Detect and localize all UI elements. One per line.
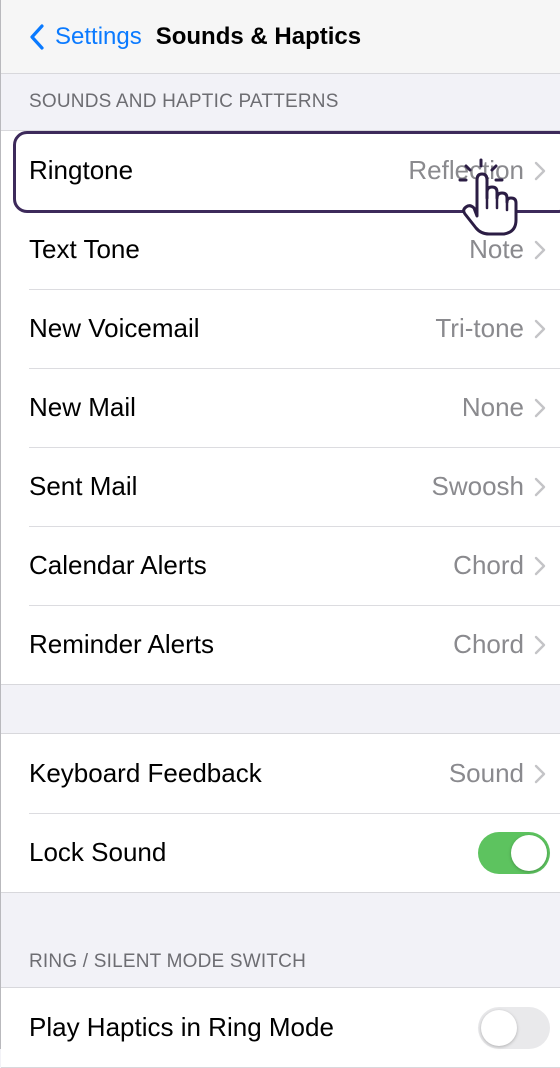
lock-sound-toggle[interactable] [478,831,550,874]
row-value: Tri-tone [435,313,524,343]
row-text-tone[interactable]: Text Tone Note [1,210,560,289]
row-sent-mail[interactable]: Sent Mail Swoosh [1,447,560,526]
row-value: Swoosh [431,471,525,501]
row-value: Reflection [408,155,524,185]
haptics-ring-mode-toggle[interactable] [478,1006,550,1049]
row-label: Play Haptics in Ring Mode [29,1012,334,1042]
row-label: Text Tone [29,234,140,264]
chevron-right-icon [534,635,546,654]
row-calendar-alerts[interactable]: Calendar Alerts Chord [1,526,560,605]
page-title: Sounds & Haptics [155,22,362,50]
chevron-right-icon [534,319,546,338]
toggle-knob [511,834,547,871]
row-keyboard-feedback[interactable]: Keyboard Feedback Sound [1,734,560,813]
patterns-list: Ringtone Reflection Text Tone Note New V… [1,130,560,685]
chevron-left-icon [30,23,44,50]
row-value: Note [469,234,524,264]
toggle-knob [481,1009,517,1046]
row-value: Chord [453,629,524,659]
row-label: New Voicemail [29,313,200,343]
row-new-mail[interactable]: New Mail None [1,368,560,447]
row-label: Lock Sound [29,837,167,867]
chevron-right-icon [534,161,546,180]
feedback-list: Keyboard Feedback Sound Lock Sound [1,733,560,893]
row-value: None [461,392,524,422]
row-label: Keyboard Feedback [29,758,262,788]
section-header-patterns: SOUNDS AND HAPTIC PATTERNS [29,91,339,112]
row-label: Reminder Alerts [29,629,214,659]
row-label: Calendar Alerts [29,550,207,580]
ring-mode-list: Play Haptics in Ring Mode [1,987,560,1068]
row-label: Ringtone [29,155,134,185]
section-header-ring-silent: RING / SILENT MODE SWITCH [29,951,307,972]
row-value: Chord [453,550,524,580]
row-value: Sound [448,758,524,788]
row-label: Sent Mail [29,471,138,501]
row-label: New Mail [29,392,136,422]
row-reminder-alerts[interactable]: Reminder Alerts Chord [1,605,560,684]
back-button[interactable]: Settings [29,23,142,51]
chevron-right-icon [534,240,546,259]
navigation-bar: Settings Sounds & Haptics [1,0,560,74]
chevron-right-icon [534,764,546,783]
chevron-right-icon [534,398,546,417]
row-lock-sound: Lock Sound [1,813,560,892]
chevron-right-icon [534,556,546,575]
back-label: Settings [55,22,142,50]
row-new-voicemail[interactable]: New Voicemail Tri-tone [1,289,560,368]
chevron-right-icon [534,477,546,496]
row-ringtone[interactable]: Ringtone Reflection [1,131,560,210]
row-haptics-ring-mode: Play Haptics in Ring Mode [1,988,560,1067]
